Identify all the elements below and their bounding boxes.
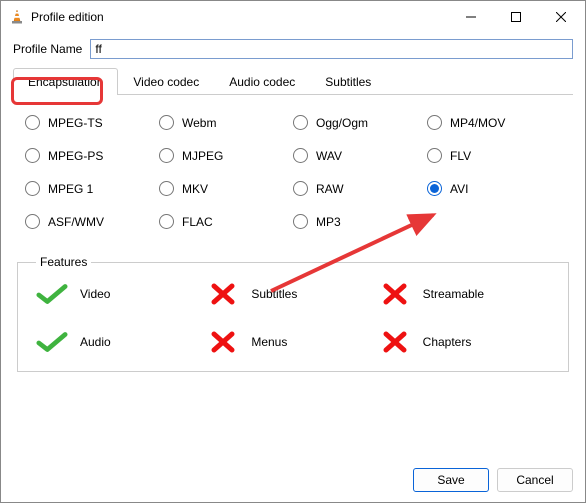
encaps-option-mp4-mov[interactable]: MP4/MOV	[427, 115, 561, 130]
profile-name-input[interactable]	[90, 39, 573, 59]
encaps-option-flv[interactable]: FLV	[427, 148, 561, 163]
radio-label: MP3	[316, 215, 341, 229]
feature-label: Streamable	[423, 287, 484, 301]
close-button[interactable]	[538, 2, 583, 32]
cancel-button[interactable]: Cancel	[497, 468, 573, 492]
feature-audio: Audio	[36, 331, 207, 353]
radio-label: MKV	[182, 182, 208, 196]
window-title: Profile edition	[31, 10, 448, 24]
radio-label: FLV	[450, 149, 471, 163]
radio-input[interactable]	[159, 148, 174, 163]
encaps-option-webm[interactable]: Webm	[159, 115, 293, 130]
radio-input[interactable]	[25, 181, 40, 196]
radio-input[interactable]	[427, 181, 442, 196]
minimize-button[interactable]	[448, 2, 493, 32]
radio-input[interactable]	[293, 148, 308, 163]
feature-label: Chapters	[423, 335, 472, 349]
encapsulation-grid: MPEG-TS Webm Ogg/Ogm MP4/MOV MPEG-PS MJPEG WAV…	[13, 111, 573, 237]
tab-video-codec[interactable]: Video codec	[118, 68, 214, 95]
features-group: Features Video Subtitles Streamable Audio Me…	[17, 255, 569, 372]
tabs-bar: EncapsulationVideo codecAudio codecSubti…	[13, 67, 573, 95]
cross-icon	[207, 283, 239, 305]
radio-label: MJPEG	[182, 149, 223, 163]
feature-chapters: Chapters	[379, 331, 550, 353]
vlc-icon	[9, 9, 25, 25]
button-bar: Save Cancel	[413, 468, 573, 492]
encaps-option-mpeg-ps[interactable]: MPEG-PS	[25, 148, 159, 163]
features-legend: Features	[36, 255, 91, 269]
encaps-option-ogg-ogm[interactable]: Ogg/Ogm	[293, 115, 427, 130]
feature-label: Audio	[80, 335, 111, 349]
encaps-option-mpeg-ts[interactable]: MPEG-TS	[25, 115, 159, 130]
tab-encapsulation[interactable]: Encapsulation	[13, 68, 118, 95]
radio-label: Ogg/Ogm	[316, 116, 368, 130]
radio-label: ASF/WMV	[48, 215, 104, 229]
check-icon	[36, 331, 68, 353]
tab-audio-codec[interactable]: Audio codec	[214, 68, 310, 95]
feature-subtitles: Subtitles	[207, 283, 378, 305]
encaps-option-flac[interactable]: FLAC	[159, 214, 293, 229]
radio-label: MPEG-TS	[48, 116, 103, 130]
radio-label: AVI	[450, 182, 468, 196]
radio-label: MP4/MOV	[450, 116, 505, 130]
radio-label: FLAC	[182, 215, 213, 229]
radio-label: WAV	[316, 149, 342, 163]
encaps-option-raw[interactable]: RAW	[293, 181, 427, 196]
radio-input[interactable]	[293, 181, 308, 196]
encaps-option-avi[interactable]: AVI	[427, 181, 561, 196]
radio-input[interactable]	[159, 181, 174, 196]
cross-icon	[379, 283, 411, 305]
title-bar: Profile edition	[1, 1, 585, 33]
cross-icon	[379, 331, 411, 353]
radio-input[interactable]	[427, 115, 442, 130]
maximize-button[interactable]	[493, 2, 538, 32]
window-buttons	[448, 2, 583, 32]
radio-label: MPEG 1	[48, 182, 93, 196]
encaps-option-asf-wmv[interactable]: ASF/WMV	[25, 214, 159, 229]
check-icon	[36, 283, 68, 305]
encaps-option-mp3[interactable]: MP3	[293, 214, 427, 229]
save-button[interactable]: Save	[413, 468, 489, 492]
radio-input[interactable]	[25, 115, 40, 130]
dialog-content: Profile Name EncapsulationVideo codecAud…	[1, 33, 585, 384]
feature-label: Subtitles	[251, 287, 297, 301]
radio-input[interactable]	[293, 115, 308, 130]
radio-label: Webm	[182, 116, 216, 130]
encaps-option-mpeg-1[interactable]: MPEG 1	[25, 181, 159, 196]
features-grid: Video Subtitles Streamable Audio Menus Chapte…	[36, 283, 550, 353]
radio-input[interactable]	[159, 214, 174, 229]
encaps-option-wav[interactable]: WAV	[293, 148, 427, 163]
tab-subtitles[interactable]: Subtitles	[310, 68, 386, 95]
feature-menus: Menus	[207, 331, 378, 353]
radio-input[interactable]	[293, 214, 308, 229]
feature-label: Video	[80, 287, 110, 301]
radio-label: MPEG-PS	[48, 149, 103, 163]
feature-streamable: Streamable	[379, 283, 550, 305]
radio-input[interactable]	[25, 214, 40, 229]
feature-label: Menus	[251, 335, 287, 349]
encaps-option-mkv[interactable]: MKV	[159, 181, 293, 196]
radio-input[interactable]	[159, 115, 174, 130]
cross-icon	[207, 331, 239, 353]
radio-input[interactable]	[427, 148, 442, 163]
radio-input[interactable]	[25, 148, 40, 163]
profile-name-row: Profile Name	[13, 39, 573, 59]
feature-video: Video	[36, 283, 207, 305]
profile-name-label: Profile Name	[13, 42, 82, 56]
radio-label: RAW	[316, 182, 344, 196]
encaps-option-mjpeg[interactable]: MJPEG	[159, 148, 293, 163]
